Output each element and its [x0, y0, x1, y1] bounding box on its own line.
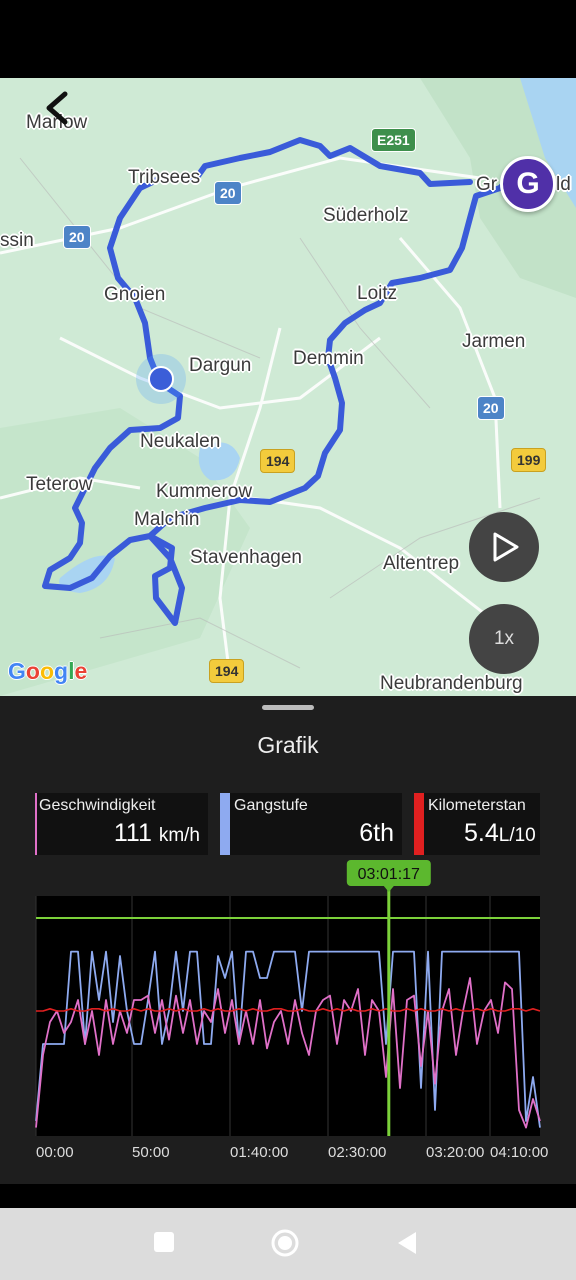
play-icon	[493, 532, 519, 562]
play-button[interactable]	[469, 512, 539, 582]
time-cursor-pointer	[383, 886, 394, 892]
playback-speed-button[interactable]: 1x	[469, 604, 539, 674]
x-tick-label: 04:10:00	[490, 1144, 548, 1161]
metric-value: 5.4L/10	[464, 819, 536, 848]
place-label: Demmin	[293, 348, 364, 369]
metric-number: 5.4	[464, 819, 499, 847]
back-nav-icon[interactable]	[396, 1230, 418, 1256]
recent-apps-icon[interactable]	[152, 1230, 176, 1254]
home-icon[interactable]	[270, 1228, 300, 1258]
road-shield: 194	[260, 449, 296, 473]
place-label: Gnoien	[104, 284, 166, 305]
time-cursor-label: 03:01:17	[358, 866, 420, 883]
metric-number: 6th	[359, 819, 394, 847]
x-tick-label: 03:20:00	[426, 1144, 484, 1161]
back-button[interactable]	[36, 88, 76, 128]
road-shield: 194	[209, 659, 245, 683]
place-label: Loitz	[357, 283, 398, 304]
drag-handle[interactable]	[262, 705, 314, 710]
chart-svg[interactable]: 00:00 50:00 01:40:00 02:30:00 03:20:00 04:10:…	[0, 856, 576, 1176]
place-label: Dargun	[189, 355, 252, 376]
x-tick-label: 01:40:00	[230, 1144, 288, 1161]
road-shield: 20	[214, 181, 242, 205]
google-logo: Google	[8, 658, 88, 684]
place-label: ssin	[0, 230, 34, 251]
map-view[interactable]: Marlow Tribsees Süderholz ssin Gnoien Lo…	[0, 78, 576, 696]
back-arrow-icon	[46, 91, 68, 125]
place-label: Neubrandenburg	[380, 673, 523, 694]
place-label: Malchin	[134, 509, 200, 530]
metric-label: Kilometerstan	[428, 797, 526, 814]
metric-card-speed[interactable]: Geschwindigkeit 111 km/h	[35, 793, 208, 855]
map-background	[0, 78, 576, 696]
metric-unit: km/h	[158, 825, 200, 846]
road-shield: 20	[477, 396, 505, 420]
current-position-marker	[136, 354, 186, 404]
x-tick-label: 00:00	[36, 1144, 74, 1161]
bottom-sheet: Grafik Geschwindigkeit 111 km/h Gangstuf…	[0, 696, 576, 1184]
road-shield: 199	[511, 448, 547, 472]
place-label: Süderholz	[323, 205, 409, 226]
place-label: Neukalen	[140, 431, 221, 452]
position-dot-icon	[148, 366, 174, 392]
metric-value: 6th	[359, 819, 394, 848]
panel-title: Grafik	[257, 732, 319, 758]
x-tick-label: 50:00	[132, 1144, 170, 1161]
metric-label: Gangstufe	[234, 797, 308, 814]
road-shield: 20	[63, 225, 91, 249]
metric-label: Geschwindigkeit	[39, 797, 156, 814]
place-label: ld	[556, 174, 571, 195]
place-label: Jarmen	[462, 331, 526, 352]
road-shield: E251	[371, 128, 416, 152]
x-tick-label: 02:30:00	[328, 1144, 386, 1161]
metric-number: 111	[113, 819, 152, 847]
metric-card-gear[interactable]: Gangstufe 6th	[220, 793, 402, 855]
telemetry-chart[interactable]: 00:00 50:00 01:40:00 02:30:00 03:20:00 04:10:…	[0, 856, 576, 1176]
metric-unit: L/10	[498, 825, 536, 846]
android-nav-bar	[0, 1208, 576, 1280]
metric-color-bar	[414, 793, 424, 855]
status-bar	[0, 0, 576, 78]
metric-color-bar	[35, 793, 37, 855]
goal-marker[interactable]: G	[500, 156, 556, 212]
place-label: Stavenhagen	[190, 547, 302, 568]
metric-color-bar	[220, 793, 230, 855]
metric-value: 111 km/h	[114, 819, 200, 848]
place-label: Kummerow	[156, 481, 253, 502]
place-label: Tribsees	[128, 167, 201, 188]
metric-card-odometer[interactable]: Kilometerstan 5.4L/10	[414, 793, 540, 855]
place-label: Gr	[476, 174, 498, 195]
place-label: Altentrep	[383, 553, 460, 574]
place-label: Teterow	[26, 474, 93, 495]
